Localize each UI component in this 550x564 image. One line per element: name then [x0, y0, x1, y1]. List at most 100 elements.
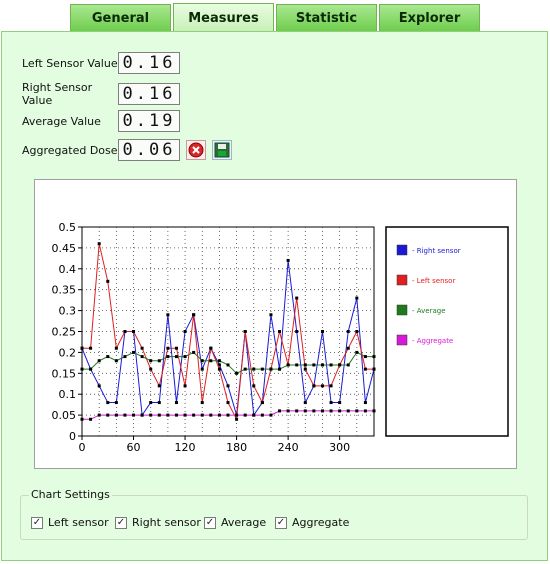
left-sensor-label: Left Sensor Value: [22, 56, 118, 70]
data-point: [278, 409, 282, 413]
data-point: [149, 367, 153, 371]
x-tick-label: 60: [127, 441, 141, 454]
data-point: [226, 363, 230, 367]
data-point: [209, 359, 213, 363]
data-point: [166, 355, 170, 359]
legend-label: - Left sensor: [412, 277, 455, 285]
data-point: [226, 401, 230, 405]
data-point: [243, 367, 247, 371]
tab-explorer[interactable]: Explorer: [379, 4, 480, 31]
data-point: [166, 346, 170, 350]
data-point: [252, 367, 256, 371]
data-point: [278, 367, 282, 371]
right-sensor-checkbox[interactable]: ✓ Right sensor: [115, 516, 201, 529]
data-point: [226, 384, 230, 388]
data-point: [303, 363, 307, 367]
data-point: [329, 363, 333, 367]
legend-swatch: [396, 334, 408, 346]
data-point: [303, 409, 307, 413]
y-tick-label: 0.3: [59, 305, 77, 318]
dose-label: Aggregated Dose: [22, 143, 118, 157]
data-point: [346, 409, 350, 413]
data-point: [97, 384, 101, 388]
data-point: [132, 350, 136, 354]
x-tick-label: 180: [226, 441, 247, 454]
data-point: [363, 355, 367, 359]
reset-dose-button[interactable]: [186, 140, 206, 160]
average-row: Average Value 0.19: [22, 110, 180, 132]
data-point: [320, 330, 324, 333]
data-point: [132, 330, 136, 333]
data-point: [123, 413, 127, 417]
right-sensor-row: Right Sensor Value 0.16: [22, 81, 180, 107]
data-point: [355, 330, 359, 333]
legend-label: - Right sensor: [412, 247, 461, 255]
data-point: [183, 384, 187, 388]
dose-display: 0.06: [118, 139, 180, 161]
left-sensor-row: Left Sensor Value 0.16: [22, 52, 180, 74]
data-point: [217, 367, 221, 371]
data-point: [269, 313, 273, 317]
data-point: [80, 417, 84, 421]
legend-swatch: [396, 274, 408, 286]
data-point: [226, 413, 230, 417]
aggregate-checkbox-label: Aggregate: [292, 516, 350, 529]
data-point: [329, 409, 333, 413]
data-point: [355, 350, 359, 354]
chart-settings-title: Chart Settings: [29, 488, 112, 501]
tab-bar: General Measures Statistic Explorer: [70, 3, 482, 32]
tab-general[interactable]: General: [70, 4, 171, 31]
save-dose-button[interactable]: [212, 140, 232, 160]
aggregate-checkbox[interactable]: ✓ Aggregate: [275, 516, 349, 529]
data-point: [217, 413, 221, 417]
sensor-chart: 0 0.05 0.1 0.15 0.2 0.25 0.3 0.35 0.4 0.45 0.5 0 60 1…: [52, 221, 509, 454]
tab-statistic[interactable]: Statistic: [276, 4, 377, 31]
data-point: [209, 346, 213, 350]
data-point: [243, 330, 247, 333]
data-point: [363, 409, 367, 413]
data-point: [235, 371, 239, 375]
data-point: [260, 413, 264, 417]
data-point: [192, 413, 196, 417]
y-tick-label: 0.5: [59, 221, 77, 234]
data-point: [320, 363, 324, 367]
data-point: [312, 363, 316, 367]
average-checkbox[interactable]: ✓ Average: [204, 516, 266, 529]
data-point: [217, 359, 221, 363]
data-point: [295, 409, 299, 413]
y-tick-label: 0.2: [59, 346, 77, 359]
data-point: [132, 413, 136, 417]
data-point: [260, 401, 264, 405]
data-point: [372, 355, 376, 359]
data-point: [97, 242, 101, 246]
tab-measures[interactable]: Measures: [173, 3, 274, 32]
data-point: [209, 413, 213, 417]
save-icon: [214, 142, 230, 158]
right-sensor-label: Right Sensor Value: [22, 81, 93, 107]
data-point: [140, 355, 144, 359]
checkbox-check-icon: ✓: [115, 516, 127, 529]
data-point: [346, 363, 350, 367]
legend-box: [385, 226, 509, 437]
data-point: [312, 409, 316, 413]
left-sensor-display: 0.16: [118, 52, 180, 74]
data-point: [295, 363, 299, 367]
data-point: [200, 413, 204, 417]
data-point: [200, 367, 204, 371]
data-point: [338, 363, 342, 367]
data-point: [286, 258, 290, 262]
data-point: [338, 409, 342, 413]
data-point: [346, 346, 350, 350]
y-tick-label: 0.4: [59, 263, 77, 276]
red-x-icon: [188, 142, 204, 158]
data-point: [355, 296, 359, 300]
data-point: [140, 413, 144, 417]
data-point: [97, 413, 101, 417]
data-point: [149, 401, 153, 405]
left-sensor-checkbox[interactable]: ✓ Left sensor: [31, 516, 109, 529]
y-tick-label: 0.15: [52, 367, 77, 380]
left-sensor-checkbox-label: Left sensor: [48, 516, 109, 529]
legend-swatch: [396, 244, 408, 256]
checkbox-check-icon: ✓: [204, 516, 216, 529]
right-sensor-checkbox-label: Right sensor: [132, 516, 201, 529]
